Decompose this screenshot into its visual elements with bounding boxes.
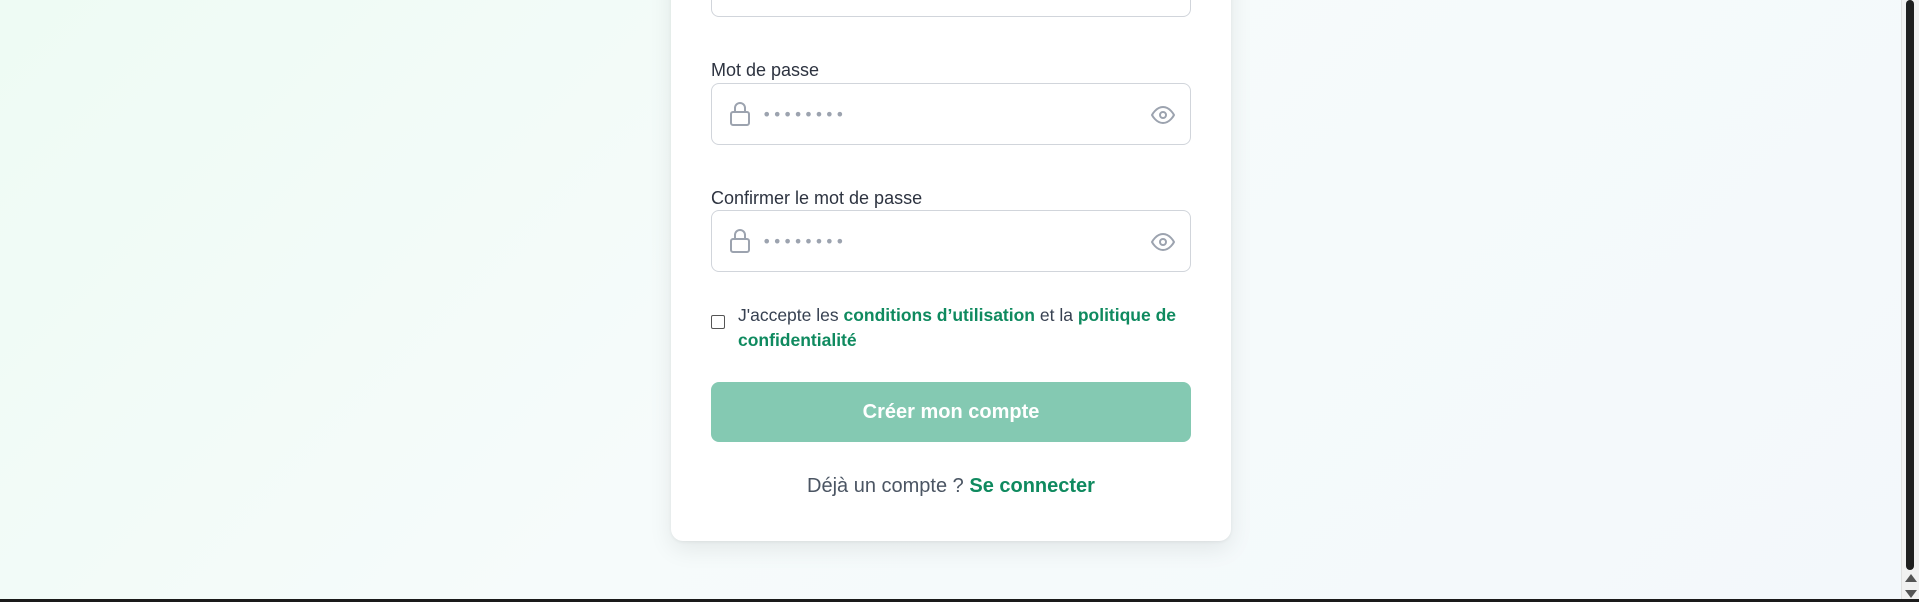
lock-icon [730, 102, 750, 126]
page-scrollbar[interactable] [1901, 0, 1919, 602]
password-label: Mot de passe [711, 60, 820, 80]
scrollbar-thumb[interactable] [1906, 0, 1914, 570]
signup-card: Mot de passe Confirmer le mot de passe J… [671, 0, 1231, 541]
password-input[interactable] [762, 84, 1122, 144]
login-prompt-text: Déjà un compte ? [807, 475, 970, 497]
login-prompt: Déjà un compte ? Se connecter [671, 475, 1231, 498]
confirm-password-field[interactable] [711, 210, 1191, 272]
confirm-password-label: Confirmer le mot de passe [711, 188, 923, 208]
login-link[interactable]: Se connecter [969, 475, 1095, 497]
terms-checkbox[interactable] [711, 315, 725, 329]
scroll-down-arrow-icon[interactable] [1905, 590, 1917, 598]
terms-of-use-link[interactable]: conditions d’utilisation [843, 305, 1035, 325]
terms-prefix: J'accepte les [738, 305, 844, 325]
create-account-button[interactable]: Créer mon compte [711, 382, 1191, 442]
confirm-password-input[interactable] [762, 211, 1122, 271]
scroll-up-arrow-icon[interactable] [1905, 574, 1917, 582]
eye-icon[interactable] [1150, 230, 1176, 254]
terms-text: J'accepte les conditions d’utilisation e… [738, 303, 1188, 353]
eye-icon[interactable] [1150, 103, 1176, 127]
terms-middle: et la [1035, 305, 1078, 325]
password-field[interactable] [711, 83, 1191, 145]
lock-icon [730, 229, 750, 253]
previous-input-field[interactable] [711, 0, 1191, 17]
